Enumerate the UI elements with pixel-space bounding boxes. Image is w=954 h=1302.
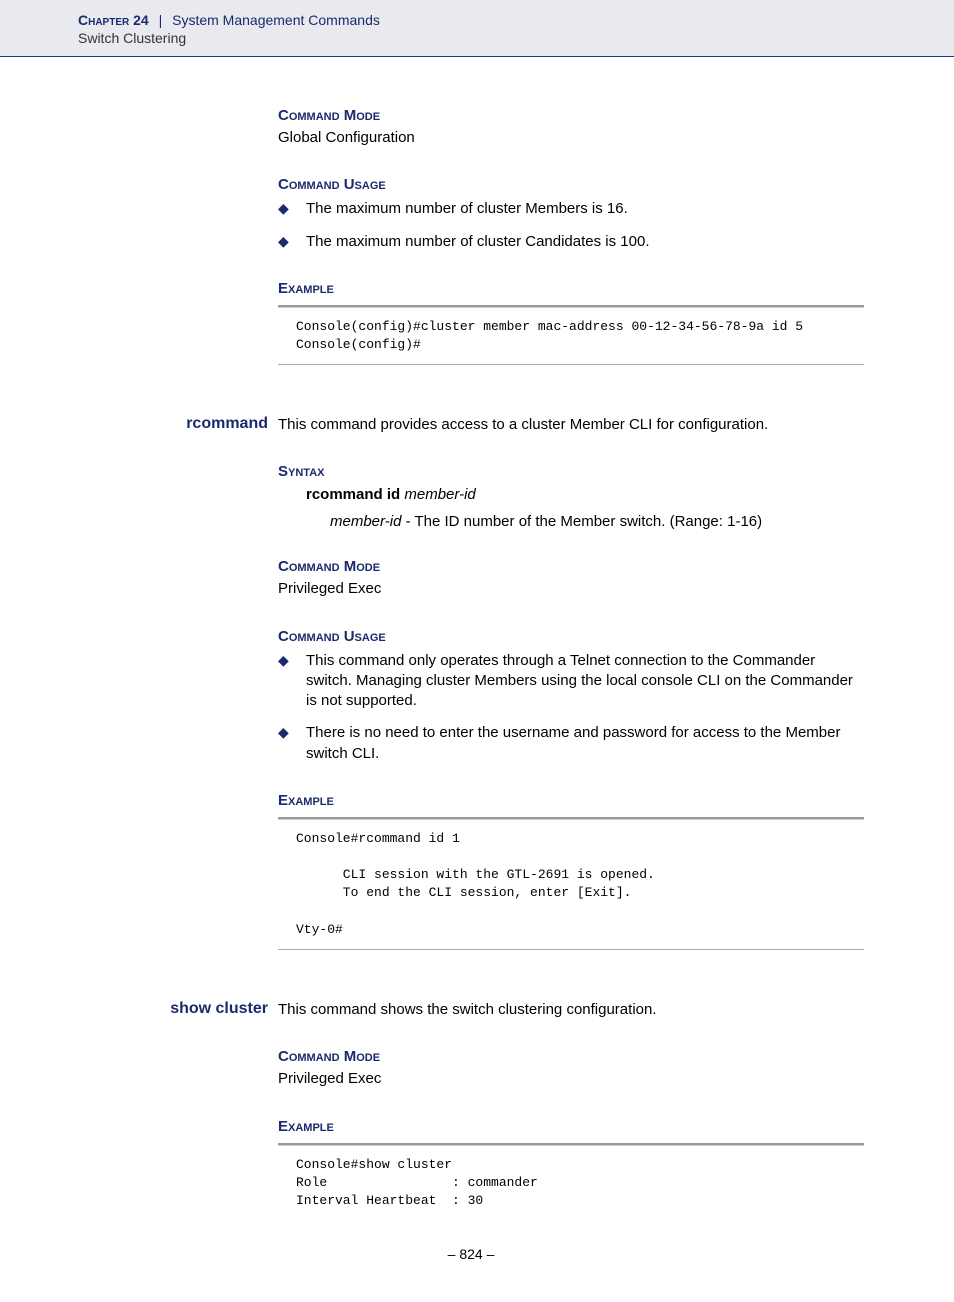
syntax-param-desc: member-id - The ID number of the Member … [330,513,864,530]
code-rule-bottom [278,364,864,365]
command-name: show cluster [168,1000,278,1018]
section-title: System Management Commands [172,12,380,28]
command-description: This command shows the switch clustering… [278,1000,864,1020]
subsection-title: Switch Clustering [78,30,954,46]
heading-example: Example [278,1118,864,1135]
syntax-command: rcommand id [306,486,400,503]
code-rule-top [278,305,864,308]
bullet-item: ◆ The maximum number of cluster Members … [278,199,864,219]
heading-command-mode: Command Mode [278,107,864,124]
command-title-row: show cluster This command shows the swit… [168,1000,864,1020]
code-text: Console#rcommand id 1 CLI session with t… [278,824,864,945]
page-number: – 824 – [78,1246,864,1262]
diamond-bullet-icon: ◆ [278,723,306,742]
command-block-rcommand: rcommand This command provides access to… [278,415,864,950]
bullet-text: The maximum number of cluster Members is… [306,199,864,219]
bullet-item: ◆ The maximum number of cluster Candidat… [278,232,864,252]
heading-example: Example [278,280,864,297]
syntax-param-text: - The ID number of the Member switch. (R… [401,513,762,530]
command-mode-value: Global Configuration [278,128,864,148]
command-block-cluster-member: Command Mode Global Configuration Comman… [278,107,864,365]
code-text: Console#show cluster Role : commander In… [278,1150,864,1217]
diamond-bullet-icon: ◆ [278,199,306,218]
code-rule-top [278,1143,864,1146]
command-block-show-cluster: show cluster This command shows the swit… [278,1000,864,1216]
header-divider: | [159,12,163,28]
heading-command-usage: Command Usage [278,176,864,193]
chapter-label: Chapter 24 [78,12,149,28]
bullet-text: There is no need to enter the username a… [306,723,864,764]
command-mode-value: Privileged Exec [278,1069,864,1089]
command-title-row: rcommand This command provides access to… [168,415,864,435]
diamond-bullet-icon: ◆ [278,232,306,251]
command-name: rcommand [168,415,278,433]
heading-example: Example [278,792,864,809]
syntax-param: member-id [404,486,475,503]
heading-command-mode: Command Mode [278,1048,864,1065]
bullet-text: This command only operates through a Tel… [306,651,864,712]
code-block: Console(config)#cluster member mac-addre… [278,305,864,365]
code-rule-bottom [278,949,864,950]
syntax-param-name: member-id [330,513,401,530]
bullet-item: ◆ There is no need to enter the username… [278,723,864,764]
syntax-line: rcommand id member-id [306,486,864,503]
chapter-line: Chapter 24 | System Management Commands [78,12,954,28]
code-block: Console#rcommand id 1 CLI session with t… [278,817,864,950]
page-header: Chapter 24 | System Management Commands … [0,0,954,57]
code-text: Console(config)#cluster member mac-addre… [278,312,864,360]
heading-syntax: Syntax [278,463,864,480]
code-rule-top [278,817,864,820]
code-block: Console#show cluster Role : commander In… [278,1143,864,1217]
command-mode-value: Privileged Exec [278,579,864,599]
bullet-text: The maximum number of cluster Candidates… [306,232,864,252]
heading-command-usage: Command Usage [278,628,864,645]
diamond-bullet-icon: ◆ [278,651,306,670]
bullet-item: ◆ This command only operates through a T… [278,651,864,712]
command-description: This command provides access to a cluste… [278,415,864,435]
heading-command-mode: Command Mode [278,558,864,575]
